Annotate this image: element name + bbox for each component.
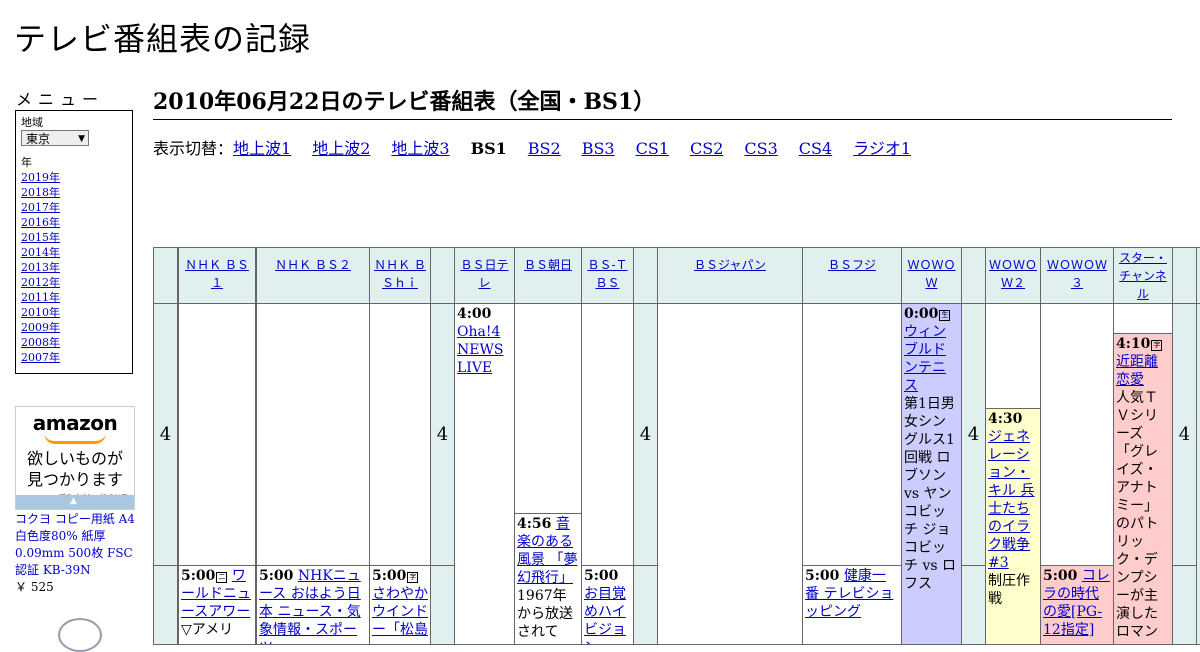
channel-header-wowow3: ＷＯＷＯＷ３ — [1040, 247, 1114, 304]
subtitle-icon: 字 — [1151, 340, 1163, 351]
program-cell-empty — [1113, 303, 1173, 334]
channel-header-bsjapan: ＢＳジャパン — [657, 247, 803, 304]
channel-header-next — [1196, 247, 1200, 304]
program-time: 4:30 — [988, 411, 1023, 427]
program-link[interactable]: さわやかウインドー「松島 — [372, 586, 428, 638]
program-desc: 1967年から放送されて — [517, 588, 573, 640]
hour-header-spacer — [961, 247, 986, 304]
program-cell-empty — [369, 303, 431, 566]
channel-link-wowow3[interactable]: ＷＯＷＯＷ３ — [1047, 258, 1107, 290]
subtitle-icon: 字 — [407, 572, 419, 583]
hour-label: 4 — [961, 303, 986, 566]
hour-cell — [1196, 303, 1200, 645]
program-time: 5:00 — [372, 568, 407, 584]
program-time: 0:00 — [904, 306, 939, 322]
program-cell: 4:10 字 近距離恋愛 人気ＴＶシリーズ「グレイズ・アナトミー」のパトリック・デ… — [1113, 333, 1173, 645]
program-time: 5:00 — [1043, 568, 1078, 584]
program-cell-empty — [657, 303, 803, 645]
corner-cell — [153, 247, 178, 304]
program-cell: 5:00 コレラの時代の愛[PG-12指定] — [1040, 565, 1114, 645]
channel-header-star: スター・チャンネル — [1113, 247, 1173, 304]
program-time: 5:00 — [259, 568, 294, 584]
channel-link-bstbs[interactable]: ＢＳ-ＴＢＳ — [587, 258, 627, 290]
hour-header-spacer — [633, 247, 658, 304]
channel-link-wowow[interactable]: ＷＯＷＯＷ — [907, 258, 955, 290]
program-desc: 人気ＴＶシリーズ「グレイズ・アナトミー」のパトリック・デンプシーが主演したロマン — [1116, 390, 1159, 640]
channel-link-nhkbshi[interactable]: ＮＨＫ ＢＳｈｉ — [374, 258, 426, 290]
channel-link-star[interactable]: スター・チャンネル — [1119, 251, 1167, 301]
program-cell-empty — [514, 303, 582, 514]
program-time: 4:00 — [457, 306, 492, 322]
program-desc: 制圧作戦 — [988, 573, 1030, 607]
hour-cell — [1172, 565, 1197, 645]
program-time: 4:56 — [517, 516, 552, 532]
program-cell: 0:00 生 ウィンブルドンテニス 第1日男女シングルス1回戦 ロブソン vs ヤ… — [901, 303, 962, 645]
hour-cell — [430, 565, 455, 645]
program-cell: 5:00 二 ワールドニュースアワー ▽アメリ — [178, 565, 256, 645]
program-cell: 4:30 ジェネレーション・キル 兵士たちのイラク戦争 #3 制圧作戦 — [985, 408, 1041, 645]
channel-header-wowow: ＷＯＷＯＷ — [901, 247, 962, 304]
live-icon: 生 — [939, 310, 951, 321]
channel-link-nhkbs2[interactable]: ＮＨＫ ＢＳ２ — [275, 258, 351, 272]
program-cell: 5:00 字 さわやかウインドー「松島 — [369, 565, 431, 645]
program-link[interactable]: ウィンブルドンテニス — [904, 324, 946, 394]
program-cell: 4:00 Oha!4 NEWS LIVE — [454, 303, 515, 645]
program-link[interactable]: Oha!4 NEWS LIVE — [457, 324, 503, 376]
hour-label: 4 — [1172, 303, 1197, 566]
program-time: 4:10 — [1116, 336, 1151, 352]
program-cell-empty — [1040, 303, 1114, 566]
channel-header-bsntv: ＢＳ日テレ — [454, 247, 515, 304]
hour-label: 4 — [153, 303, 178, 566]
program-link[interactable]: 近距離恋愛 — [1116, 354, 1158, 388]
hour-cell — [961, 565, 986, 645]
channel-header-bsfuji: ＢＳフジ — [802, 247, 902, 304]
program-cell: 5:00 健康一番 テレビショッピング — [802, 565, 902, 645]
program-cell: 5:00 NHKニュース おはよう日本 ニュース・気象情報・スポーツ — [256, 565, 370, 645]
channel-link-bsasahi[interactable]: ＢＳ朝日 — [524, 258, 572, 272]
program-time: 5:00 — [584, 568, 619, 584]
schedule-grid: ＮＨＫ ＢＳ１ ＮＨＫ ＢＳ２ ＮＨＫ ＢＳｈｉ ＢＳ日テレ ＢＳ朝日 ＢＳ-Ｔ… — [0, 0, 1200, 645]
hour-label: 4 — [430, 303, 455, 566]
hour-header-spacer — [1172, 247, 1197, 304]
channel-header-nhkbshi: ＮＨＫ ＢＳｈｉ — [369, 247, 431, 304]
program-cell-empty — [985, 303, 1041, 409]
program-cell: 4:56 音楽のある風景 「夢幻飛行」 1967年から放送されて — [514, 513, 582, 645]
channel-link-bsjapan[interactable]: ＢＳジャパン — [694, 258, 766, 272]
channel-link-bsfuji[interactable]: ＢＳフジ — [828, 258, 876, 272]
channel-header-nhkbs1: ＮＨＫ ＢＳ１ — [178, 247, 256, 304]
program-time: 5:00 — [805, 568, 840, 584]
hour-header-spacer — [430, 247, 455, 304]
program-desc: 第1日男女シングルス1回戦 ロブソン vs ヤンコビッチ ジョコビッチ vs ロ… — [904, 396, 956, 592]
data-broadcast-icon: 二 — [216, 572, 228, 583]
program-cell-empty — [802, 303, 902, 566]
program-link[interactable]: ジェネレーション・キル 兵士たちのイラク戦争 #3 — [988, 429, 1034, 571]
channel-header-bsasahi: ＢＳ朝日 — [514, 247, 582, 304]
program-time: 5:00 — [181, 568, 216, 584]
channel-header-bstbs: ＢＳ-ＴＢＳ — [581, 247, 634, 304]
hour-cell — [153, 565, 178, 645]
program-cell-empty — [581, 303, 634, 566]
program-cell-empty — [178, 303, 256, 566]
program-desc: ▽アメリ — [181, 622, 234, 638]
program-link[interactable]: お目覚めハイビジョン — [584, 586, 626, 644]
program-cell: 5:00 お目覚めハイビジョン — [581, 565, 634, 645]
channel-link-bsntv[interactable]: ＢＳ日テレ — [460, 258, 508, 290]
channel-link-wowow2[interactable]: ＷＯＷＯＷ２ — [989, 258, 1037, 290]
program-cell-empty — [256, 303, 370, 566]
channel-header-wowow2: ＷＯＷＯＷ２ — [985, 247, 1041, 304]
channel-link-nhkbs1[interactable]: ＮＨＫ ＢＳ１ — [185, 258, 249, 290]
hour-label: 4 — [633, 303, 658, 566]
channel-header-nhkbs2: ＮＨＫ ＢＳ２ — [256, 247, 370, 304]
hour-cell — [633, 565, 658, 645]
